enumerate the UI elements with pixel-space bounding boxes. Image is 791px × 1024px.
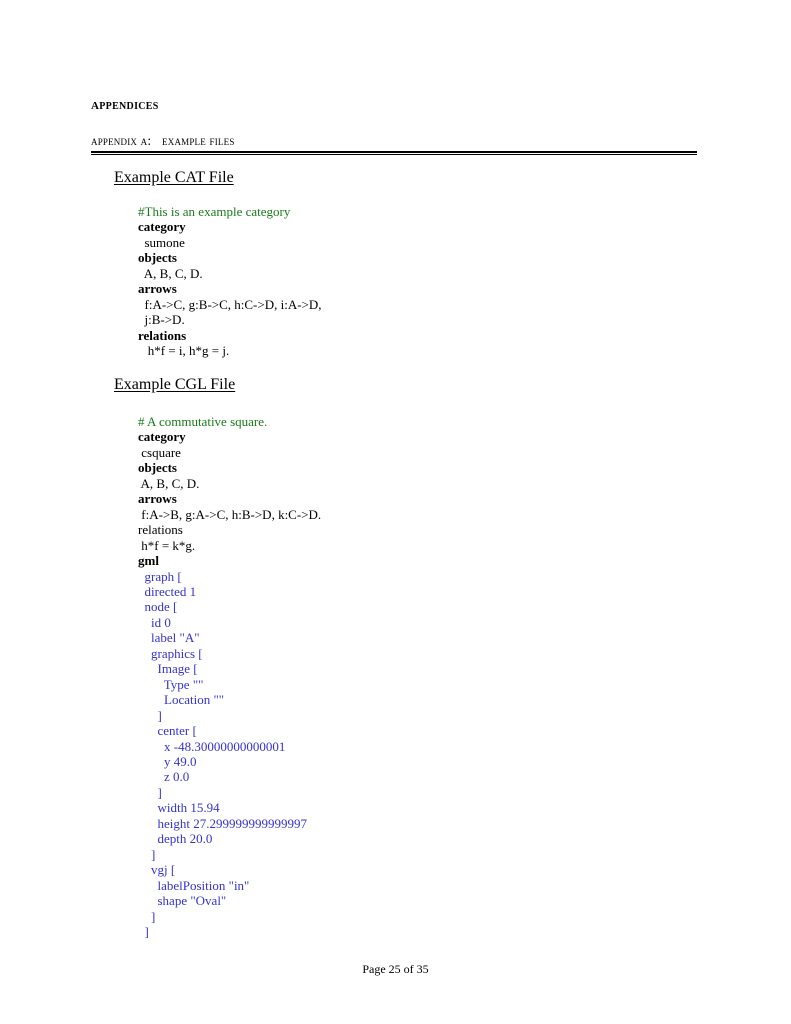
code-line: objects	[138, 250, 177, 266]
code-line: # A commutative square.	[138, 414, 268, 429]
code-line: node [	[138, 599, 178, 615]
code-line: objects	[138, 460, 177, 476]
code-block-cgl: # A commutative square. category csquare o…	[138, 414, 321, 939]
code-line: ]	[138, 846, 156, 862]
code-line: h*f = i, h*g = j.	[138, 343, 230, 359]
appendices-heading: Appendices	[91, 96, 159, 113]
section-title-cat: Example CAT File	[114, 169, 234, 186]
code-line: Location ""	[138, 692, 225, 708]
code-line: y 49.0	[138, 753, 197, 769]
page-footer: Page 25 of 35	[362, 962, 429, 976]
code-line: ]	[138, 923, 149, 939]
code-line: f:A->B, g:A->C, h:B->D, k:C->D.	[138, 506, 322, 522]
code-line: relations	[138, 327, 187, 343]
code-line: relations	[138, 522, 183, 538]
code-line: graph [	[138, 568, 182, 584]
document-page: Appendices Appendix A: Example Files Exa…	[0, 0, 791, 1024]
code-line: graphics [	[138, 645, 203, 661]
code-line: category	[138, 429, 186, 445]
code-line: labelPosition "in"	[138, 877, 250, 893]
code-line: f:A->C, g:B->C, h:C->D, i:A->D,	[138, 296, 322, 312]
code-line: category	[138, 219, 186, 235]
code-line: ]	[138, 908, 156, 924]
code-line: gml	[138, 553, 159, 569]
code-line: Type ""	[138, 676, 204, 692]
code-line: j:B->D.	[138, 312, 185, 328]
appendix-rule-thin	[91, 154, 697, 155]
code-line: arrows	[138, 491, 177, 507]
code-line: z 0.0	[138, 769, 190, 785]
code-line: A, B, C, D.	[138, 475, 200, 491]
code-line: sumone	[138, 234, 185, 250]
code-line: x -48.30000000000001	[138, 738, 286, 754]
code-line: A, B, C, D.	[138, 265, 203, 281]
code-line: arrows	[138, 281, 177, 297]
code-block-cat: #This is an example category category sum…	[138, 204, 322, 359]
code-line: vgj [	[138, 862, 176, 878]
code-line: ]	[138, 784, 162, 800]
code-line: #This is an example category	[138, 204, 291, 219]
appendix-a-label: Appendix A: Example Files	[91, 133, 235, 148]
appendix-a-header: Appendix A: Example Files	[91, 133, 697, 155]
code-line: h*f = k*g.	[138, 537, 196, 553]
code-line: shape "Oval"	[138, 893, 227, 909]
code-line: center [	[138, 723, 197, 739]
appendix-rule-thick	[91, 151, 697, 153]
code-line: id 0	[138, 614, 171, 630]
code-line: csquare	[138, 444, 181, 460]
section-title-cgl: Example CGL File	[114, 376, 236, 393]
code-line: ]	[138, 707, 162, 723]
code-line: height 27.299999999999997	[138, 815, 308, 831]
code-line: Image [	[138, 661, 198, 677]
code-line: directed 1	[138, 583, 197, 599]
code-line: width 15.94	[138, 800, 220, 816]
code-line: depth 20.0	[138, 831, 213, 847]
code-line: label "A"	[138, 630, 200, 646]
